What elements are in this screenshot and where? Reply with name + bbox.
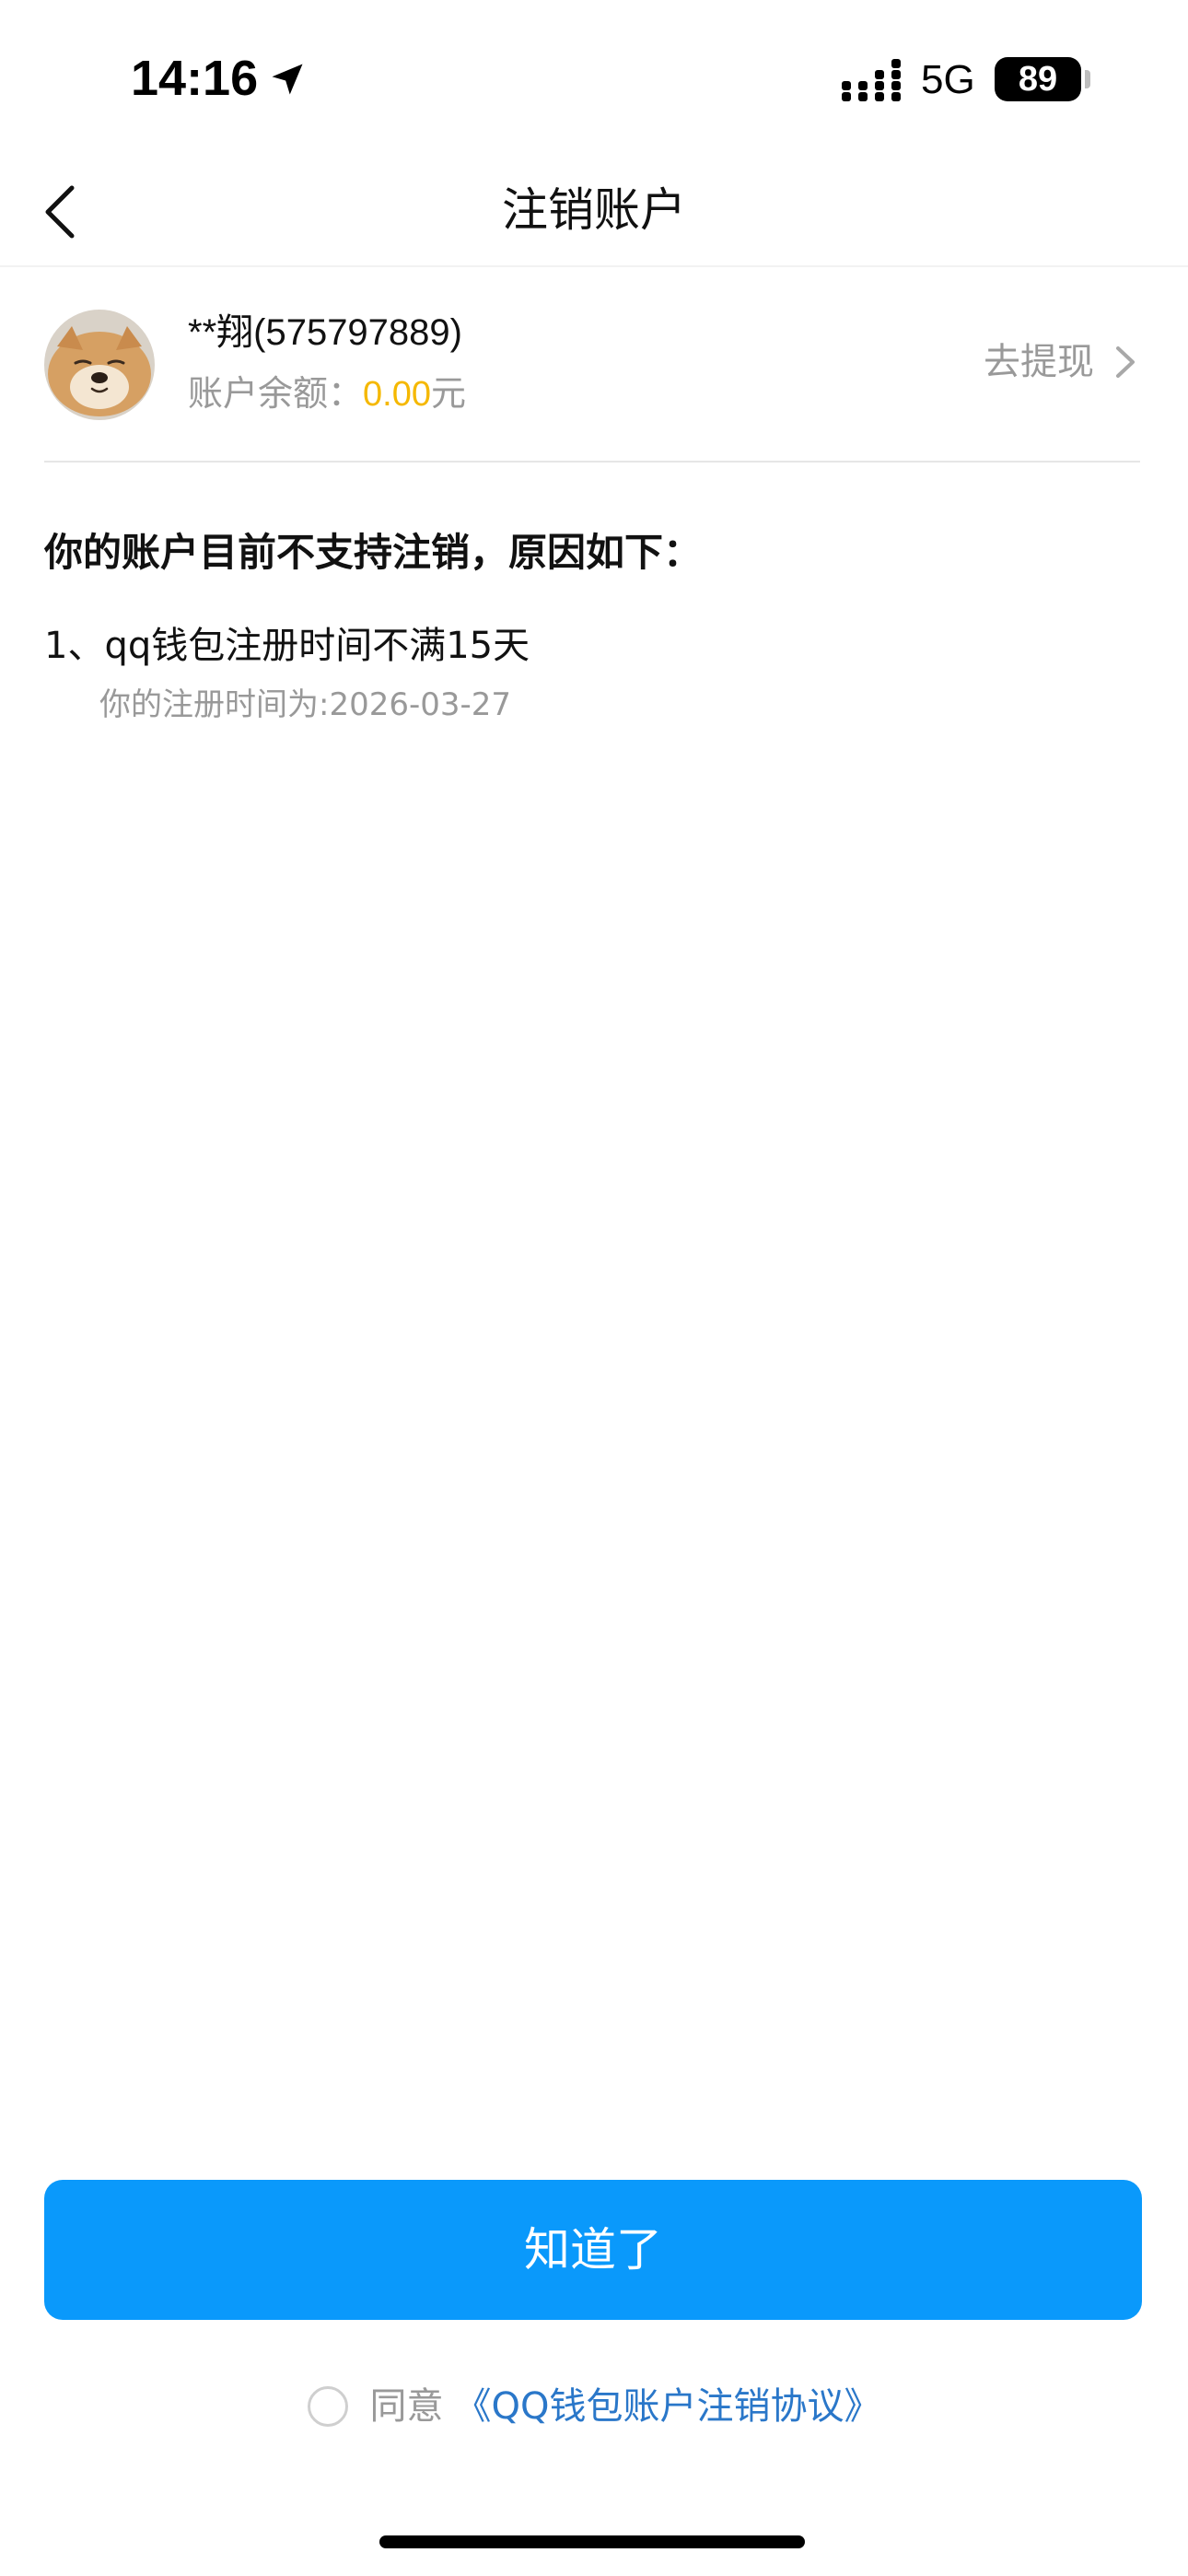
- avatar: [44, 310, 155, 420]
- status-time: 14:16: [131, 51, 259, 106]
- balance-label: 账户余额：: [188, 373, 364, 414]
- reason-detail: 你的注册时间为:2026-03-27: [99, 686, 512, 723]
- agreement-link[interactable]: 《QQ钱包账户注销协议》: [455, 2379, 881, 2434]
- agree-label: 同意: [369, 2385, 444, 2428]
- balance-unit: 元: [430, 373, 466, 414]
- agree-checkbox[interactable]: [307, 2386, 348, 2427]
- reason-item: 1、qq钱包注册时间不满15天: [44, 625, 530, 667]
- withdraw-label: 去提现: [984, 341, 1094, 383]
- balance-line: 账户余额：0.00元: [188, 369, 466, 419]
- battery-cap: [1085, 70, 1090, 88]
- battery-level: 89: [1018, 60, 1058, 99]
- account-row: **翔(575797889) 账户余额：0.00元 去提现: [44, 304, 1140, 463]
- nav-bar: 注销账户: [0, 157, 1188, 267]
- dog-avatar-image: [44, 310, 155, 420]
- acknowledge-button[interactable]: 知道了: [44, 2180, 1142, 2320]
- chevron-right-icon: [1116, 346, 1135, 378]
- home-indicator: [379, 2535, 805, 2548]
- location-arrow-icon: [272, 64, 303, 95]
- network-type: 5G: [921, 57, 975, 102]
- status-bar: 14:16 5G 89: [0, 0, 1188, 157]
- reason-heading: 你的账户目前不支持注销，原因如下：: [44, 530, 703, 575]
- withdraw-link[interactable]: 去提现: [984, 334, 1140, 391]
- page-title: 注销账户: [502, 183, 686, 237]
- signal-icon: [842, 59, 901, 101]
- battery-icon: 89: [995, 57, 1081, 101]
- agreement-row: 同意 《QQ钱包账户注销协议》: [0, 2377, 1188, 2436]
- balance-value: 0.00: [363, 375, 431, 414]
- account-name: **翔(575797889): [188, 312, 462, 353]
